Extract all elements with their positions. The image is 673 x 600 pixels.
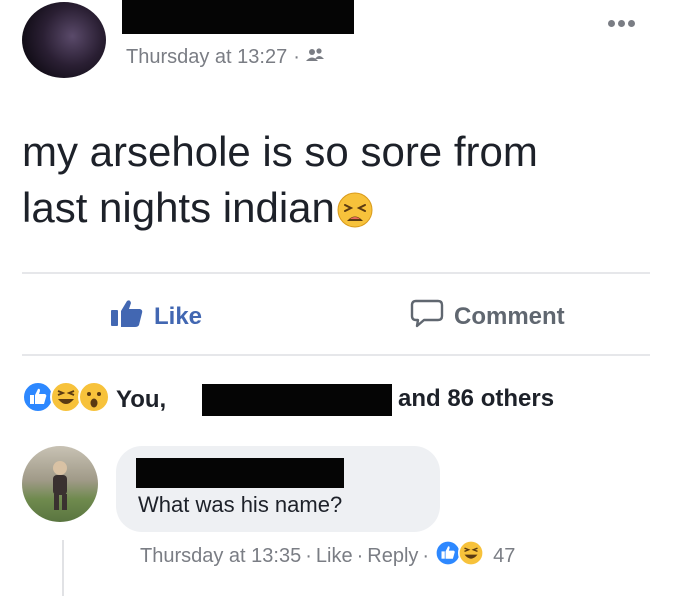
- reaction-others-count[interactable]: and 86 others: [398, 385, 554, 413]
- comment-label: Comment: [454, 302, 565, 330]
- post-text-line-2: last nights indian: [22, 180, 652, 242]
- friends-icon: [305, 46, 326, 69]
- like-button[interactable]: Like: [110, 298, 202, 335]
- comment-like-link[interactable]: Like: [316, 545, 353, 568]
- redacted-poster-name: [122, 0, 354, 34]
- post-text-line-2-text: last nights indian: [22, 184, 335, 231]
- meta-separator: ·: [422, 544, 430, 567]
- meta-separator: ·: [293, 46, 300, 68]
- wow-reaction-icon: [78, 380, 110, 420]
- redacted-reactor-name: [202, 384, 392, 416]
- comment-button[interactable]: Comment: [410, 298, 565, 335]
- haha-reaction-icon: [458, 540, 485, 572]
- more-dot-icon: [628, 20, 635, 27]
- post-timestamp[interactable]: Thursday at 13:27: [126, 46, 287, 69]
- reaction-names-prefix: You,: [116, 386, 167, 413]
- post-divider-bottom: [22, 354, 650, 356]
- speech-bubble-icon: [410, 298, 444, 335]
- comment-meta: Thursday at 13:35 · Like · Reply · 47: [140, 540, 515, 572]
- comment-thread-line: [62, 540, 64, 596]
- comment-reply-link[interactable]: Reply: [367, 545, 418, 568]
- meta-separator: ·: [356, 544, 364, 567]
- thumbs-up-icon: [110, 298, 144, 335]
- comment-reaction-count: 47: [493, 544, 516, 567]
- more-options-button[interactable]: [608, 20, 635, 27]
- more-dot-icon: [608, 20, 615, 27]
- poster-avatar[interactable]: [22, 2, 106, 78]
- comment-reactions[interactable]: [435, 540, 485, 572]
- post-divider-top: [22, 272, 650, 274]
- tired-face-emoji-icon: [337, 186, 373, 242]
- post-body: my arsehole is so sore from last nights …: [22, 124, 652, 242]
- post-meta: Thursday at 13:27 ·: [126, 46, 326, 69]
- comment-timestamp[interactable]: Thursday at 13:35: [140, 545, 301, 568]
- reactions-summary[interactable]: You,: [22, 380, 167, 420]
- post-text-line-1: my arsehole is so sore from: [22, 128, 538, 175]
- redacted-commenter-name: [136, 458, 344, 488]
- commenter-avatar[interactable]: [22, 446, 98, 522]
- more-dot-icon: [618, 20, 625, 27]
- comment-text: What was his name?: [138, 492, 343, 517]
- reaction-icons: [22, 380, 110, 420]
- like-label: Like: [154, 302, 203, 330]
- meta-separator: ·: [305, 544, 312, 567]
